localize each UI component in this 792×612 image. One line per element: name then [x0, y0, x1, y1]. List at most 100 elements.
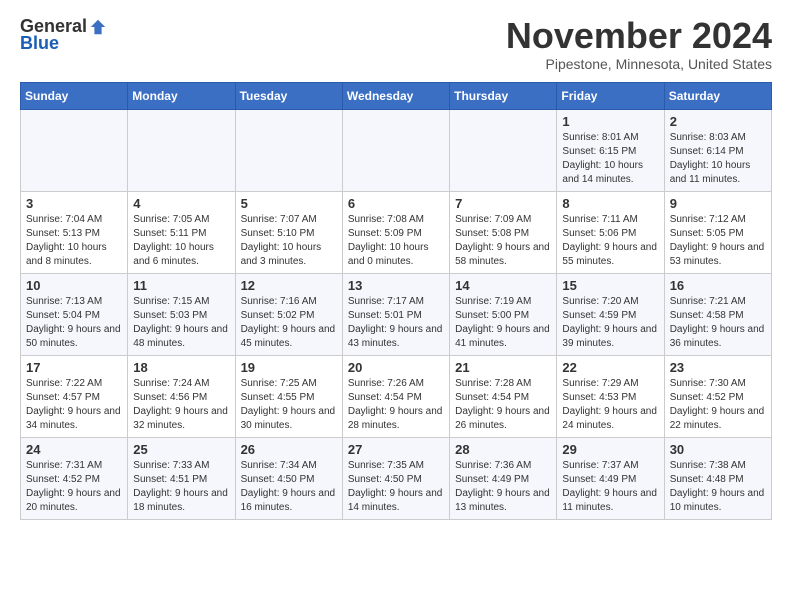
day-number: 16 [670, 278, 766, 293]
day-info: Sunrise: 8:03 AM Sunset: 6:14 PM Dayligh… [670, 131, 766, 187]
day-info: Sunrise: 7:11 AM Sunset: 5:06 PM Dayligh… [562, 213, 658, 269]
day-info: Sunrise: 7:12 AM Sunset: 5:05 PM Dayligh… [670, 213, 766, 269]
calendar-cell: 26Sunrise: 7:34 AM Sunset: 4:50 PM Dayli… [235, 437, 342, 519]
calendar-cell: 16 Sunrise: 7:21 AM Sunset: 4:58 PM Dayli… [664, 273, 771, 355]
title-block: November 2024 Pipestone, Minnesota, Unit… [506, 16, 772, 72]
logo-blue-text: Blue [20, 33, 59, 54]
day-number: 29 [562, 442, 658, 457]
day-number: 1 [562, 114, 658, 129]
calendar-cell: 24 Sunrise: 7:31 AM Sunset: 4:52 PM Dayli… [21, 437, 128, 519]
calendar-cell: 17 Sunrise: 7:22 AM Sunset: 4:57 PM Dayli… [21, 355, 128, 437]
weekday-header-sunday: Sunday [21, 82, 128, 109]
day-number: 5 [241, 196, 337, 211]
day-number: 28 [455, 442, 551, 457]
calendar-cell: 15Sunrise: 7:20 AM Sunset: 4:59 PM Dayli… [557, 273, 664, 355]
calendar-cell: 10 Sunrise: 7:13 AM Sunset: 5:04 PM Dayli… [21, 273, 128, 355]
day-number: 21 [455, 360, 551, 375]
calendar-cell: 18Sunrise: 7:24 AM Sunset: 4:56 PM Dayli… [128, 355, 235, 437]
calendar-cell: 11 Sunrise: 7:15 AM Sunset: 5:03 PM Dayli… [128, 273, 235, 355]
weekday-header-tuesday: Tuesday [235, 82, 342, 109]
day-number: 18 [133, 360, 229, 375]
day-info: Sunrise: 7:05 AM Sunset: 5:11 PM Dayligh… [133, 213, 229, 269]
day-number: 3 [26, 196, 122, 211]
day-number: 9 [670, 196, 766, 211]
calendar-cell [342, 109, 449, 191]
calendar-table: SundayMondayTuesdayWednesdayThursdayFrid… [20, 82, 772, 520]
calendar-cell: 20Sunrise: 7:26 AM Sunset: 4:54 PM Dayli… [342, 355, 449, 437]
calendar-cell [128, 109, 235, 191]
calendar-cell: 2 Sunrise: 8:03 AM Sunset: 6:14 PM Daylig… [664, 109, 771, 191]
calendar-week-2: 3 Sunrise: 7:04 AM Sunset: 5:13 PM Daylig… [21, 191, 772, 273]
day-info: Sunrise: 7:09 AM Sunset: 5:08 PM Dayligh… [455, 213, 551, 269]
day-number: 14 [455, 278, 551, 293]
day-info: Sunrise: 7:19 AM Sunset: 5:00 PM Dayligh… [455, 295, 551, 351]
calendar-cell: 1 Sunrise: 8:01 AM Sunset: 6:15 PM Daylig… [557, 109, 664, 191]
day-info: Sunrise: 7:26 AM Sunset: 4:54 PM Dayligh… [348, 377, 444, 433]
day-info: Sunrise: 7:13 AM Sunset: 5:04 PM Dayligh… [26, 295, 122, 351]
day-number: 2 [670, 114, 766, 129]
day-info: Sunrise: 7:34 AM Sunset: 4:50 PM Dayligh… [241, 459, 337, 515]
location-text: Pipestone, Minnesota, United States [506, 56, 772, 72]
day-number: 11 [133, 278, 229, 293]
day-info: Sunrise: 7:04 AM Sunset: 5:13 PM Dayligh… [26, 213, 122, 269]
calendar-cell: 27Sunrise: 7:35 AM Sunset: 4:50 PM Dayli… [342, 437, 449, 519]
calendar-cell [235, 109, 342, 191]
day-number: 22 [562, 360, 658, 375]
calendar-cell: 29 Sunrise: 7:37 AM Sunset: 4:49 PM Dayli… [557, 437, 664, 519]
weekday-header-monday: Monday [128, 82, 235, 109]
calendar-week-3: 10 Sunrise: 7:13 AM Sunset: 5:04 PM Dayli… [21, 273, 772, 355]
day-info: Sunrise: 7:25 AM Sunset: 4:55 PM Dayligh… [241, 377, 337, 433]
logo-icon [89, 18, 107, 36]
weekday-header-thursday: Thursday [450, 82, 557, 109]
calendar-cell: 25 Sunrise: 7:33 AM Sunset: 4:51 PM Dayli… [128, 437, 235, 519]
calendar-cell: 5 Sunrise: 7:07 AM Sunset: 5:10 PM Daylig… [235, 191, 342, 273]
day-number: 4 [133, 196, 229, 211]
weekday-header-saturday: Saturday [664, 82, 771, 109]
calendar-cell: 6 Sunrise: 7:08 AM Sunset: 5:09 PM Daylig… [342, 191, 449, 273]
calendar-header-row: SundayMondayTuesdayWednesdayThursdayFrid… [21, 82, 772, 109]
calendar-cell: 13 Sunrise: 7:17 AM Sunset: 5:01 PM Dayli… [342, 273, 449, 355]
day-info: Sunrise: 7:08 AM Sunset: 5:09 PM Dayligh… [348, 213, 444, 269]
day-info: Sunrise: 7:33 AM Sunset: 4:51 PM Dayligh… [133, 459, 229, 515]
calendar-week-1: 1 Sunrise: 8:01 AM Sunset: 6:15 PM Daylig… [21, 109, 772, 191]
day-info: Sunrise: 7:21 AM Sunset: 4:58 PM Dayligh… [670, 295, 766, 351]
day-info: Sunrise: 7:35 AM Sunset: 4:50 PM Dayligh… [348, 459, 444, 515]
weekday-header-wednesday: Wednesday [342, 82, 449, 109]
day-number: 12 [241, 278, 337, 293]
calendar-cell [21, 109, 128, 191]
calendar-cell: 9 Sunrise: 7:12 AM Sunset: 5:05 PM Daylig… [664, 191, 771, 273]
day-info: Sunrise: 7:36 AM Sunset: 4:49 PM Dayligh… [455, 459, 551, 515]
calendar-week-5: 24 Sunrise: 7:31 AM Sunset: 4:52 PM Dayli… [21, 437, 772, 519]
calendar-cell: 14 Sunrise: 7:19 AM Sunset: 5:00 PM Dayli… [450, 273, 557, 355]
day-number: 19 [241, 360, 337, 375]
day-number: 25 [133, 442, 229, 457]
day-number: 13 [348, 278, 444, 293]
day-number: 30 [670, 442, 766, 457]
calendar-week-4: 17 Sunrise: 7:22 AM Sunset: 4:57 PM Dayli… [21, 355, 772, 437]
day-info: Sunrise: 7:37 AM Sunset: 4:49 PM Dayligh… [562, 459, 658, 515]
day-number: 10 [26, 278, 122, 293]
calendar-cell: 3 Sunrise: 7:04 AM Sunset: 5:13 PM Daylig… [21, 191, 128, 273]
day-info: Sunrise: 7:17 AM Sunset: 5:01 PM Dayligh… [348, 295, 444, 351]
day-number: 7 [455, 196, 551, 211]
calendar-cell [450, 109, 557, 191]
day-info: Sunrise: 7:29 AM Sunset: 4:53 PM Dayligh… [562, 377, 658, 433]
day-info: Sunrise: 7:15 AM Sunset: 5:03 PM Dayligh… [133, 295, 229, 351]
day-number: 6 [348, 196, 444, 211]
calendar-cell: 8Sunrise: 7:11 AM Sunset: 5:06 PM Daylig… [557, 191, 664, 273]
day-info: Sunrise: 7:22 AM Sunset: 4:57 PM Dayligh… [26, 377, 122, 433]
day-number: 24 [26, 442, 122, 457]
day-number: 17 [26, 360, 122, 375]
weekday-header-friday: Friday [557, 82, 664, 109]
day-info: Sunrise: 7:31 AM Sunset: 4:52 PM Dayligh… [26, 459, 122, 515]
day-info: Sunrise: 7:16 AM Sunset: 5:02 PM Dayligh… [241, 295, 337, 351]
day-info: Sunrise: 7:07 AM Sunset: 5:10 PM Dayligh… [241, 213, 337, 269]
calendar-cell: 12 Sunrise: 7:16 AM Sunset: 5:02 PM Dayli… [235, 273, 342, 355]
page-header: General Blue November 2024 Pipestone, Mi… [20, 16, 772, 72]
calendar-cell: 23 Sunrise: 7:30 AM Sunset: 4:52 PM Dayli… [664, 355, 771, 437]
day-info: Sunrise: 8:01 AM Sunset: 6:15 PM Dayligh… [562, 131, 658, 187]
day-info: Sunrise: 7:38 AM Sunset: 4:48 PM Dayligh… [670, 459, 766, 515]
day-info: Sunrise: 7:30 AM Sunset: 4:52 PM Dayligh… [670, 377, 766, 433]
calendar-cell: 7 Sunrise: 7:09 AM Sunset: 5:08 PM Daylig… [450, 191, 557, 273]
day-number: 23 [670, 360, 766, 375]
